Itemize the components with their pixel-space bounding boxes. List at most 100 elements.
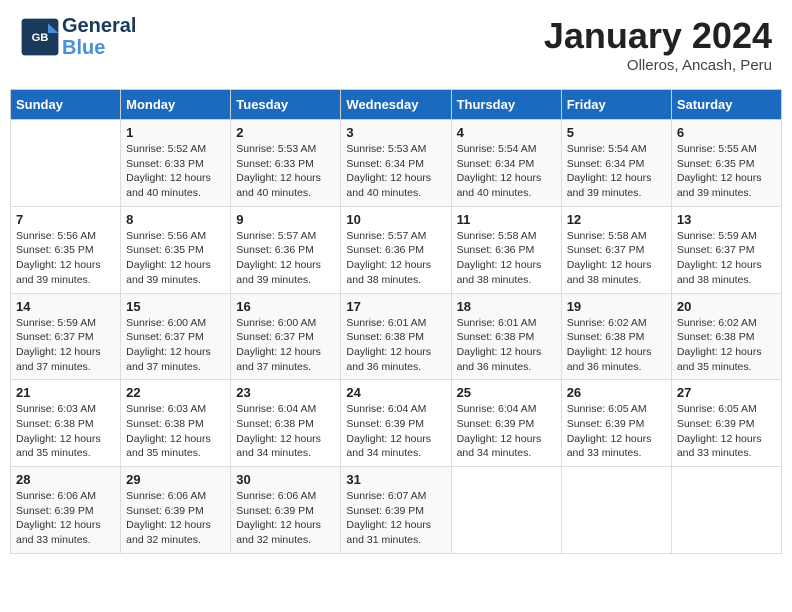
day-info: Sunrise: 6:04 AMSunset: 6:39 PMDaylight:… — [346, 402, 445, 461]
calendar-cell: 31Sunrise: 6:07 AMSunset: 6:39 PMDayligh… — [341, 467, 451, 554]
calendar-cell: 24 Sunrise: 6:04 AMSunset: 6:39 PMDayligh… — [341, 380, 451, 467]
day-number: 4 — [457, 125, 556, 140]
header-row: SundayMondayTuesdayWednesdayThursdayFrid… — [11, 90, 782, 120]
day-info: Sunrise: 5:58 AMSunset: 6:37 PMDaylight:… — [567, 229, 666, 288]
week-row-1: 1 Sunrise: 5:52 AMSunset: 6:33 PMDaylight… — [11, 120, 782, 207]
day-info: Sunrise: 5:58 AMSunset: 6:36 PMDaylight:… — [457, 229, 556, 288]
day-number: 16 — [236, 299, 335, 314]
day-number: 22 — [126, 385, 225, 400]
day-number: 3 — [346, 125, 445, 140]
day-info: Sunrise: 6:04 AMSunset: 6:38 PMDaylight:… — [236, 402, 335, 461]
day-info: Sunrise: 6:06 AMSunset: 6:39 PMDaylight:… — [126, 489, 225, 548]
day-number: 27 — [677, 385, 776, 400]
day-number: 6 — [677, 125, 776, 140]
day-number: 1 — [126, 125, 225, 140]
calendar-cell — [451, 467, 561, 554]
logo-icon: GB — [20, 17, 60, 57]
day-number: 11 — [457, 212, 556, 227]
day-number: 17 — [346, 299, 445, 314]
day-info: Sunrise: 6:03 AMSunset: 6:38 PMDaylight:… — [126, 402, 225, 461]
day-number: 20 — [677, 299, 776, 314]
column-header-friday: Friday — [561, 90, 671, 120]
calendar-cell: 15Sunrise: 6:00 AMSunset: 6:37 PMDayligh… — [121, 293, 231, 380]
day-info: Sunrise: 5:52 AMSunset: 6:33 PMDaylight:… — [126, 142, 225, 201]
calendar-cell: 17 Sunrise: 6:01 AMSunset: 6:38 PMDayligh… — [341, 293, 451, 380]
day-number: 24 — [346, 385, 445, 400]
calendar-cell — [561, 467, 671, 554]
day-info: Sunrise: 6:00 AMSunset: 6:37 PMDaylight:… — [126, 316, 225, 375]
day-info: Sunrise: 6:05 AMSunset: 6:39 PMDaylight:… — [567, 402, 666, 461]
day-number: 29 — [126, 472, 225, 487]
day-number: 28 — [16, 472, 115, 487]
day-info: Sunrise: 6:03 AMSunset: 6:38 PMDaylight:… — [16, 402, 115, 461]
day-info: Sunrise: 5:55 AMSunset: 6:35 PMDaylight:… — [677, 142, 776, 201]
day-info: Sunrise: 5:53 AMSunset: 6:34 PMDaylight:… — [346, 142, 445, 201]
column-header-wednesday: Wednesday — [341, 90, 451, 120]
day-info: Sunrise: 5:54 AMSunset: 6:34 PMDaylight:… — [567, 142, 666, 201]
calendar-cell: 7 Sunrise: 5:56 AMSunset: 6:35 PMDaylight… — [11, 206, 121, 293]
day-number: 8 — [126, 212, 225, 227]
day-info: Sunrise: 6:07 AMSunset: 6:39 PMDaylight:… — [346, 489, 445, 548]
calendar-cell: 27 Sunrise: 6:05 AMSunset: 6:39 PMDayligh… — [671, 380, 781, 467]
calendar-cell: 13Sunrise: 5:59 AMSunset: 6:37 PMDayligh… — [671, 206, 781, 293]
calendar-cell: 6 Sunrise: 5:55 AMSunset: 6:35 PMDaylight… — [671, 120, 781, 207]
calendar-cell: 4 Sunrise: 5:54 AMSunset: 6:34 PMDaylight… — [451, 120, 561, 207]
calendar-cell: 16 Sunrise: 6:00 AMSunset: 6:37 PMDayligh… — [231, 293, 341, 380]
week-row-3: 14Sunrise: 5:59 AMSunset: 6:37 PMDayligh… — [11, 293, 782, 380]
logo-text-line2: Blue — [62, 37, 136, 59]
calendar-cell: 12 Sunrise: 5:58 AMSunset: 6:37 PMDayligh… — [561, 206, 671, 293]
page-header: GB General Blue January 2024 Olleros, An… — [10, 10, 782, 79]
day-number: 21 — [16, 385, 115, 400]
logo-text-line1: General — [62, 15, 136, 37]
calendar-cell: 18 Sunrise: 6:01 AMSunset: 6:38 PMDayligh… — [451, 293, 561, 380]
column-header-monday: Monday — [121, 90, 231, 120]
calendar-cell: 11 Sunrise: 5:58 AMSunset: 6:36 PMDayligh… — [451, 206, 561, 293]
calendar-cell: 3 Sunrise: 5:53 AMSunset: 6:34 PMDaylight… — [341, 120, 451, 207]
calendar-cell: 5 Sunrise: 5:54 AMSunset: 6:34 PMDaylight… — [561, 120, 671, 207]
day-info: Sunrise: 5:53 AMSunset: 6:33 PMDaylight:… — [236, 142, 335, 201]
day-number: 19 — [567, 299, 666, 314]
day-number: 30 — [236, 472, 335, 487]
calendar-cell: 21 Sunrise: 6:03 AMSunset: 6:38 PMDayligh… — [11, 380, 121, 467]
day-number: 25 — [457, 385, 556, 400]
day-info: Sunrise: 6:06 AMSunset: 6:39 PMDaylight:… — [16, 489, 115, 548]
day-number: 13 — [677, 212, 776, 227]
location-subtitle: Olleros, Ancash, Peru — [544, 57, 772, 74]
column-header-sunday: Sunday — [11, 90, 121, 120]
month-title: January 2024 — [544, 15, 772, 57]
day-number: 9 — [236, 212, 335, 227]
day-info: Sunrise: 5:54 AMSunset: 6:34 PMDaylight:… — [457, 142, 556, 201]
calendar-cell: 25 Sunrise: 6:04 AMSunset: 6:39 PMDayligh… — [451, 380, 561, 467]
calendar-cell: 1 Sunrise: 5:52 AMSunset: 6:33 PMDaylight… — [121, 120, 231, 207]
column-header-thursday: Thursday — [451, 90, 561, 120]
day-number: 12 — [567, 212, 666, 227]
calendar-cell: 22 Sunrise: 6:03 AMSunset: 6:38 PMDayligh… — [121, 380, 231, 467]
day-info: Sunrise: 6:01 AMSunset: 6:38 PMDaylight:… — [346, 316, 445, 375]
day-number: 18 — [457, 299, 556, 314]
calendar-cell: 30 Sunrise: 6:06 AMSunset: 6:39 PMDayligh… — [231, 467, 341, 554]
calendar-table: SundayMondayTuesdayWednesdayThursdayFrid… — [10, 89, 782, 554]
calendar-cell: 14Sunrise: 5:59 AMSunset: 6:37 PMDayligh… — [11, 293, 121, 380]
day-number: 10 — [346, 212, 445, 227]
day-info: Sunrise: 6:00 AMSunset: 6:37 PMDaylight:… — [236, 316, 335, 375]
week-row-4: 21 Sunrise: 6:03 AMSunset: 6:38 PMDayligh… — [11, 380, 782, 467]
calendar-cell: 23Sunrise: 6:04 AMSunset: 6:38 PMDayligh… — [231, 380, 341, 467]
day-info: Sunrise: 6:05 AMSunset: 6:39 PMDaylight:… — [677, 402, 776, 461]
day-number: 7 — [16, 212, 115, 227]
day-info: Sunrise: 6:04 AMSunset: 6:39 PMDaylight:… — [457, 402, 556, 461]
calendar-cell: 19 Sunrise: 6:02 AMSunset: 6:38 PMDayligh… — [561, 293, 671, 380]
day-info: Sunrise: 6:06 AMSunset: 6:39 PMDaylight:… — [236, 489, 335, 548]
day-info: Sunrise: 6:01 AMSunset: 6:38 PMDaylight:… — [457, 316, 556, 375]
day-info: Sunrise: 6:02 AMSunset: 6:38 PMDaylight:… — [567, 316, 666, 375]
calendar-cell — [671, 467, 781, 554]
calendar-cell: 20Sunrise: 6:02 AMSunset: 6:38 PMDayligh… — [671, 293, 781, 380]
calendar-cell: 28 Sunrise: 6:06 AMSunset: 6:39 PMDayligh… — [11, 467, 121, 554]
day-info: Sunrise: 5:57 AMSunset: 6:36 PMDaylight:… — [236, 229, 335, 288]
day-info: Sunrise: 5:56 AMSunset: 6:35 PMDaylight:… — [16, 229, 115, 288]
week-row-5: 28 Sunrise: 6:06 AMSunset: 6:39 PMDayligh… — [11, 467, 782, 554]
calendar-cell: 29 Sunrise: 6:06 AMSunset: 6:39 PMDayligh… — [121, 467, 231, 554]
day-number: 5 — [567, 125, 666, 140]
day-info: Sunrise: 5:57 AMSunset: 6:36 PMDaylight:… — [346, 229, 445, 288]
calendar-cell — [11, 120, 121, 207]
calendar-cell: 8Sunrise: 5:56 AMSunset: 6:35 PMDaylight… — [121, 206, 231, 293]
